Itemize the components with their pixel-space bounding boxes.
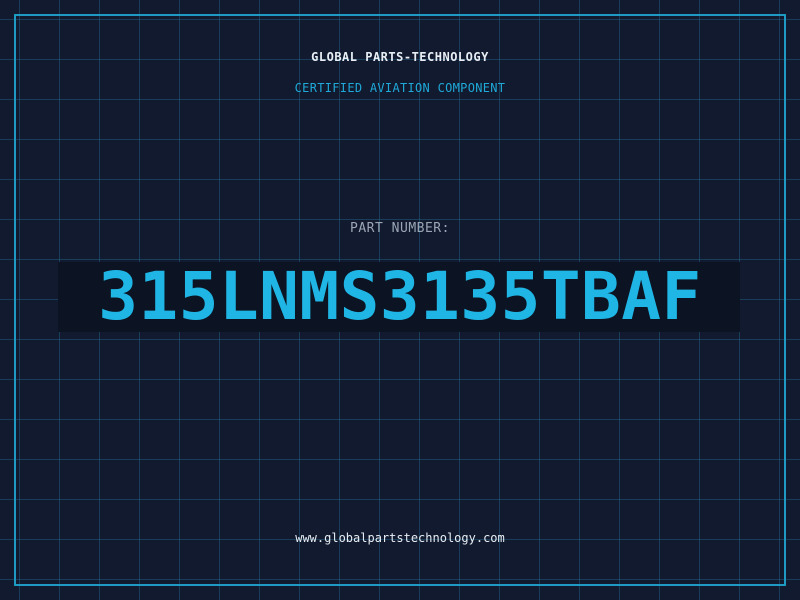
part-label-card: GLOBAL PARTS-TECHNOLOGY CERTIFIED AVIATI… [0, 0, 800, 600]
part-number-value: 315LNMS3135TBAF [98, 258, 702, 335]
certification-text: CERTIFIED AVIATION COMPONENT [294, 81, 506, 95]
company-name: GLOBAL PARTS-TECHNOLOGY [311, 50, 489, 64]
part-number-label: PART NUMBER: [350, 221, 450, 236]
website-link[interactable]: www.globalpartstechnology.com [0, 531, 800, 545]
